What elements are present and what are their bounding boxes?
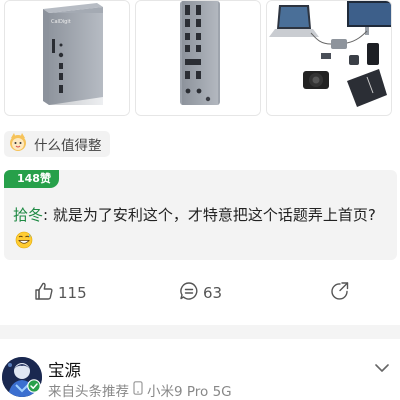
action-bar: 115 63 — [0, 278, 400, 308]
thumbs-up-icon — [34, 281, 54, 305]
verified-badge-icon — [27, 378, 41, 397]
comment-author[interactable]: 拾冬 — [13, 206, 43, 224]
share-icon — [330, 281, 350, 305]
dock-front-photo[interactable]: CalDigit — [4, 0, 130, 116]
source-tag[interactable]: 什么值得整 — [4, 131, 110, 157]
comment-body: 就是为了安利这个，才特意把这个话题弄上首页? — [52, 206, 376, 224]
grinning-sweat-emoji-icon — [15, 231, 33, 249]
post-device: 小米9 Pro 5G — [147, 384, 232, 400]
phone-icon — [133, 381, 143, 399]
post-header: 宝源 来自头条推荐 小米9 Pro 5G — [0, 345, 400, 400]
image-gallery: CalDigit — [0, 0, 400, 118]
share-button[interactable] — [330, 278, 350, 308]
dock-setup-photo[interactable] — [266, 0, 392, 116]
post-source: 来自头条推荐 — [48, 384, 129, 400]
post-username[interactable]: 宝源 — [48, 357, 81, 381]
svg-text:CalDigit: CalDigit — [51, 19, 71, 25]
dock-back-photo[interactable] — [135, 0, 261, 116]
likes-badge: 148赞 — [4, 170, 59, 188]
hot-comment-text: 拾冬: 就是为了安利这个，才特意把这个话题弄上首页? — [13, 202, 389, 254]
comment-separator: : — [43, 206, 53, 224]
comment-button[interactable]: 63 — [179, 278, 222, 308]
comment-count: 63 — [203, 284, 223, 302]
source-tag-label: 什么值得整 — [34, 138, 102, 154]
post-subline: 来自头条推荐 小米9 Pro 5G — [48, 380, 232, 400]
comment-icon — [179, 281, 199, 305]
chevron-down-icon[interactable] — [373, 359, 391, 381]
cartoon-mascot-icon — [8, 132, 28, 156]
section-divider — [0, 325, 400, 339]
hot-comment-box[interactable]: 148赞 拾冬: 就是为了安利这个，才特意把这个话题弄上首页? — [4, 170, 397, 260]
like-count: 115 — [58, 284, 87, 302]
like-button[interactable]: 115 — [34, 278, 87, 308]
